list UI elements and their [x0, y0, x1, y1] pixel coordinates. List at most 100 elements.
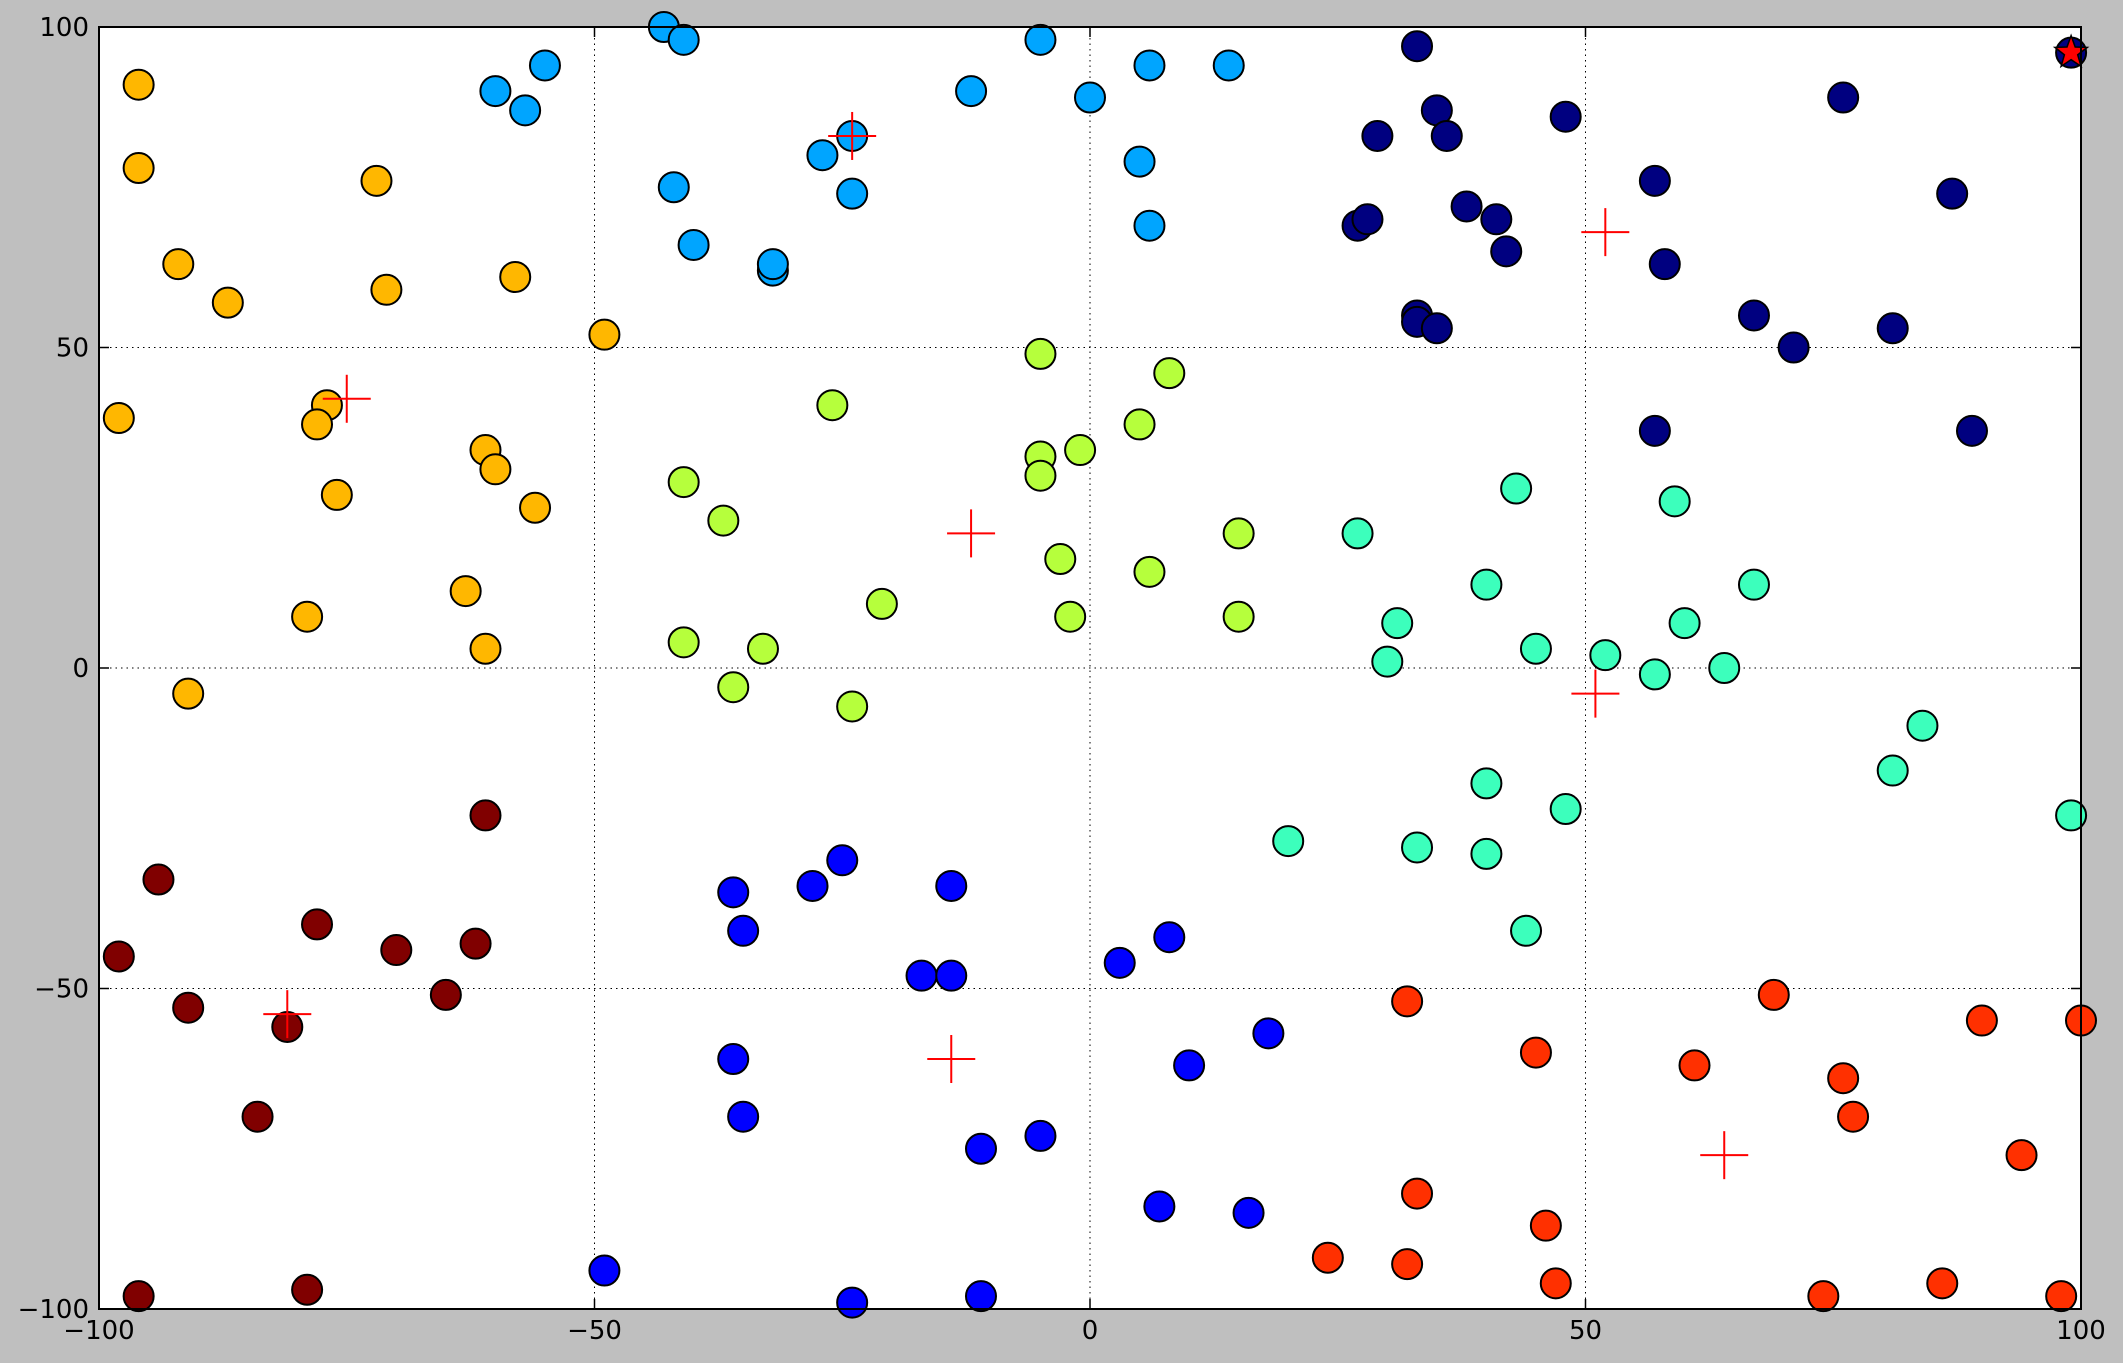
scatter-point — [667, 626, 700, 659]
scatter-point — [499, 260, 532, 293]
scatter-point — [717, 1043, 750, 1076]
scatter-point — [1539, 1267, 1572, 1300]
scatter-point — [1926, 1267, 1959, 1300]
y-tick-label: 100 — [39, 13, 89, 43]
scatter-point — [1133, 209, 1166, 242]
scatter-point — [657, 171, 690, 204]
scatter-point — [1589, 639, 1622, 672]
scatter-point — [1024, 459, 1057, 492]
scatter-point — [1173, 1049, 1206, 1082]
scatter-point — [1519, 632, 1552, 665]
scatter-point — [459, 927, 492, 960]
scatter-point — [935, 959, 968, 992]
scatter-point — [1391, 985, 1424, 1018]
y-tick-label: 0 — [72, 654, 89, 684]
scatter-point — [955, 75, 988, 108]
scatter-point — [1222, 517, 1255, 550]
scatter-point — [826, 844, 859, 877]
scatter-point — [1381, 607, 1414, 640]
scatter-point — [1470, 767, 1503, 800]
scatter-point — [1757, 978, 1790, 1011]
scatter-point — [1549, 793, 1582, 826]
scatter-point — [1401, 30, 1434, 63]
y-tick-label: −50 — [34, 975, 89, 1005]
scatter-point — [1133, 555, 1166, 588]
scatter-point — [677, 228, 710, 261]
scatter-chart: −100 −50 0 50 100 −100 −50 0 50 100 — [0, 0, 2123, 1359]
y-tick-label: −100 — [18, 1295, 89, 1325]
scatter-point — [102, 402, 135, 435]
scatter-point — [1351, 203, 1384, 236]
scatter-point — [717, 876, 750, 909]
scatter-point — [479, 75, 512, 108]
scatter-point — [1212, 49, 1245, 82]
scatter-point — [1708, 652, 1741, 684]
scatter-point — [1401, 1177, 1434, 1210]
scatter-point — [707, 504, 740, 537]
scatter-point — [935, 869, 968, 902]
scatter-point — [509, 94, 542, 127]
scatter-point — [806, 139, 839, 172]
scatter-point — [727, 1100, 760, 1133]
scatter-point — [1123, 145, 1156, 178]
scatter-point — [836, 690, 869, 723]
scatter-point — [1024, 23, 1057, 56]
scatter-point — [964, 1280, 997, 1313]
y-tick-label: 50 — [56, 334, 89, 364]
scatter-point — [1827, 81, 1860, 114]
scatter-point — [1529, 1209, 1562, 1242]
scatter-point — [836, 177, 869, 210]
scatter-point — [1480, 203, 1513, 236]
scatter-point — [1936, 177, 1969, 210]
scatter-point — [380, 934, 413, 967]
scatter-point — [1638, 414, 1671, 447]
scatter-point — [370, 273, 403, 306]
scatter-point — [1232, 1196, 1265, 1229]
scatter-point — [1837, 1100, 1870, 1133]
scatter-point — [1252, 1017, 1285, 1050]
scatter-point — [211, 286, 244, 319]
scatter-point — [301, 908, 334, 941]
scatter-point — [1737, 568, 1770, 601]
scatter-point — [122, 68, 155, 101]
scatter-point — [667, 23, 700, 56]
chart-canvas: −100 −50 0 50 100−100−50050100 — [18, 11, 2106, 1346]
scatter-point — [1143, 1190, 1176, 1223]
scatter-point — [1965, 1004, 1998, 1037]
scatter-point — [1024, 337, 1057, 370]
scatter-point — [1024, 1119, 1057, 1152]
scatter-point — [1272, 825, 1305, 858]
scatter-point — [816, 389, 849, 422]
scatter-point — [1490, 235, 1523, 268]
scatter-point — [142, 863, 175, 896]
scatter-point — [360, 164, 393, 197]
x-tick-label: 0 — [1082, 1316, 1099, 1346]
scatter-point — [1737, 299, 1770, 332]
scatter-point — [588, 1254, 621, 1287]
scatter-point — [1876, 754, 1909, 787]
scatter-point — [1500, 472, 1533, 505]
scatter-point — [1876, 312, 1909, 345]
scatter-point — [122, 1280, 155, 1313]
scatter-point — [1103, 946, 1136, 979]
scatter-point — [717, 671, 750, 704]
scatter-point — [1807, 1280, 1840, 1313]
scatter-point — [102, 940, 135, 973]
scatter-point — [528, 49, 561, 82]
scatter-point — [1123, 408, 1156, 441]
scatter-point — [1955, 414, 1988, 447]
scatter-point — [964, 1132, 997, 1165]
scatter-point — [746, 632, 779, 665]
scatter-point — [1153, 357, 1186, 390]
scatter-point — [588, 318, 621, 351]
scatter-point — [1638, 164, 1671, 197]
scatter-point — [727, 914, 760, 947]
scatter-point — [1827, 1062, 1860, 1095]
scatter-point — [291, 600, 324, 633]
scatter-point — [172, 677, 205, 710]
scatter-point — [2005, 1139, 2038, 1172]
scatter-point — [122, 152, 155, 185]
scatter-point — [320, 478, 353, 511]
scatter-point — [429, 978, 462, 1011]
scatter-point — [162, 248, 195, 281]
